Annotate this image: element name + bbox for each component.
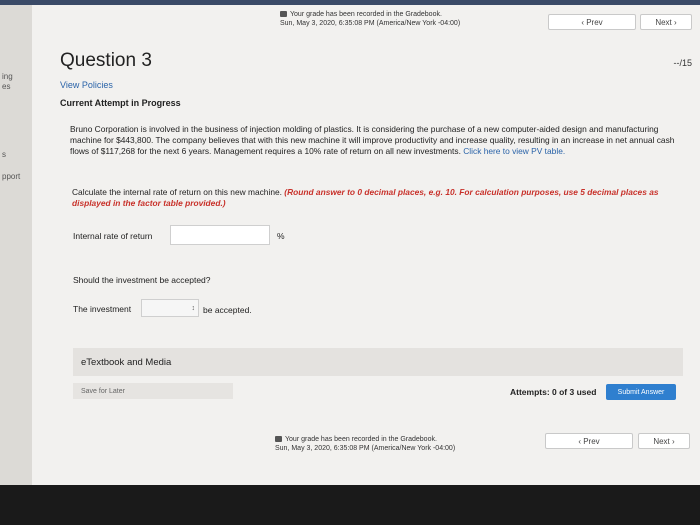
save-for-later-button[interactable]: Save for Later: [73, 383, 233, 399]
next-button[interactable]: Next ›: [640, 14, 692, 30]
lock-icon: [275, 436, 282, 443]
prev-button[interactable]: ‹ Prev: [548, 14, 636, 30]
investment-suffix: be accepted.: [203, 305, 252, 315]
instruction-text: Calculate the internal rate of return on…: [72, 187, 682, 209]
question-panel: [32, 5, 700, 485]
prev-button-bottom[interactable]: ‹ Prev: [545, 433, 633, 449]
banner-line2: Sun, May 3, 2020, 6:35:08 PM (America/Ne…: [280, 20, 461, 27]
sidebar-fragment[interactable]: s: [2, 150, 6, 159]
banner-line1: Your grade has been recorded in the Grad…: [290, 11, 442, 18]
bottom-bar: [0, 485, 700, 525]
sidebar-fragment[interactable]: pport: [2, 172, 20, 181]
submit-answer-button[interactable]: Submit Answer: [606, 384, 676, 400]
pv-table-link[interactable]: Click here to view PV table.: [463, 146, 565, 156]
next-button-bottom[interactable]: Next ›: [638, 433, 690, 449]
problem-body: Bruno Corporation is involved in the bus…: [70, 124, 675, 156]
attempt-status: Current Attempt in Progress: [60, 98, 181, 108]
sidebar-fragment[interactable]: ing: [2, 72, 13, 81]
question-title: Question 3: [60, 50, 152, 71]
instruction-main: Calculate the internal rate of return on…: [72, 187, 282, 197]
select-chevron-icon: ↕: [191, 304, 196, 312]
accept-question: Should the investment be accepted?: [73, 275, 211, 285]
accept-select[interactable]: ↕: [141, 299, 199, 317]
left-sidebar-strip: ing es s pport: [0, 5, 32, 485]
attempts-counter: Attempts: 0 of 3 used: [510, 387, 597, 397]
etextbook-media-section[interactable]: eTextbook and Media: [73, 348, 683, 376]
irr-unit: %: [277, 231, 285, 241]
grade-banner-top: Your grade has been recorded in the Grad…: [280, 10, 460, 28]
banner-line1: Your grade has been recorded in the Grad…: [285, 436, 437, 443]
irr-label: Internal rate of return: [73, 231, 153, 241]
investment-prefix: The investment: [73, 304, 132, 314]
banner-line2: Sun, May 3, 2020, 6:35:08 PM (America/Ne…: [275, 445, 456, 452]
grade-banner-bottom: Your grade has been recorded in the Grad…: [275, 435, 455, 453]
score-display: --/15: [673, 58, 692, 68]
view-policies-link[interactable]: View Policies: [60, 80, 113, 90]
problem-text: Bruno Corporation is involved in the bus…: [70, 124, 686, 157]
lock-icon: [280, 11, 287, 18]
irr-input[interactable]: [170, 225, 270, 245]
sidebar-fragment[interactable]: es: [2, 82, 10, 91]
